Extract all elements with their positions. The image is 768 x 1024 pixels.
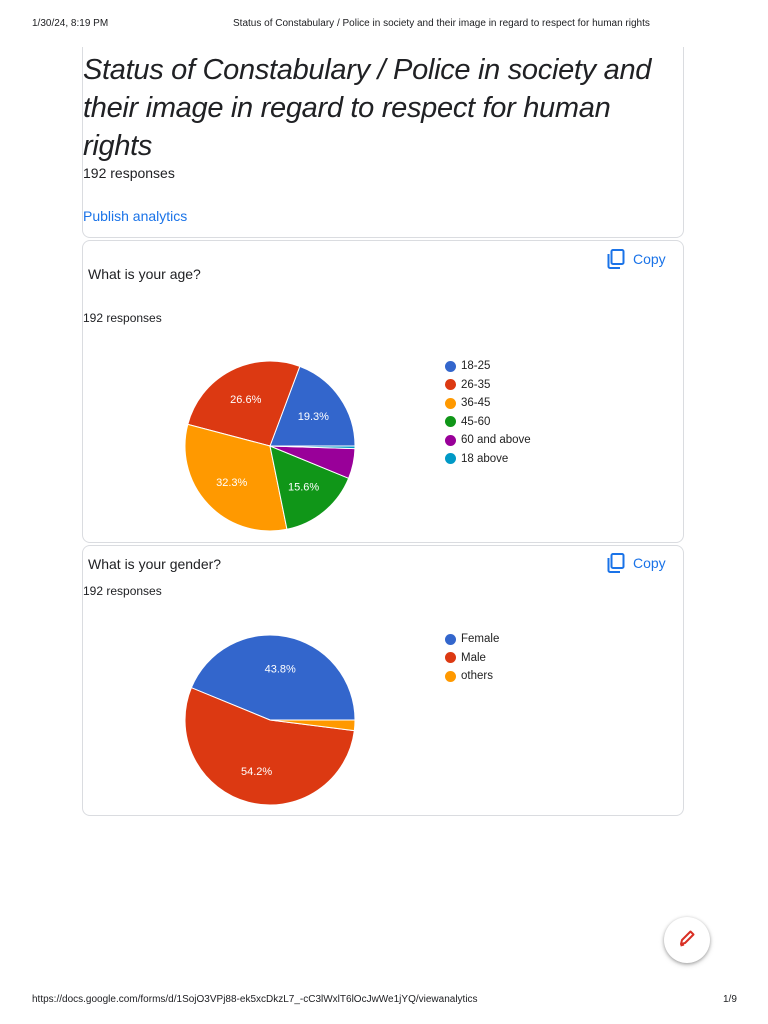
age-pie-chart: 19.3% 26.6% 32.3% 15.6% <box>184 360 356 532</box>
question-card-gender: What is your gender? 192 responses Copy … <box>82 545 684 816</box>
page-number: 1/9 <box>723 994 737 1005</box>
pie-slice-label: 43.8% <box>265 663 296 675</box>
form-title: Status of Constabulary / Police in socie… <box>83 54 652 162</box>
legend-item: 36-45 <box>445 394 531 413</box>
pie-slice-label: 19.3% <box>298 411 329 423</box>
legend-item: 26-35 <box>445 376 531 395</box>
print-datetime: 1/30/24, 8:19 PM <box>32 18 109 29</box>
legend-item: 18-25 <box>445 357 531 376</box>
legend-item: 45-60 <box>445 413 531 432</box>
total-responses: 192 responses <box>83 165 175 181</box>
form-title-card: Status of Constabulary / Police in socie… <box>82 47 684 238</box>
legend-item: 60 and above <box>445 431 531 450</box>
pie-slice-label: 15.6% <box>288 482 319 494</box>
age-legend: 18-25 26-35 36-45 45-60 60 and above 18 … <box>445 357 531 468</box>
gender-pie-chart: 43.8% 54.2% <box>184 634 356 806</box>
publish-analytics-link[interactable]: Publish analytics <box>83 208 187 224</box>
edit-fab-button[interactable] <box>664 917 710 963</box>
pie-slice-label: 54.2% <box>241 766 272 778</box>
pie-slice-label: 32.3% <box>216 477 247 489</box>
page-url: https://docs.google.com/forms/d/1SojO3VP… <box>32 994 478 1005</box>
gender-legend: Female Male others <box>445 630 499 686</box>
legend-item: others <box>445 667 499 686</box>
pie-slice-label: 26.6% <box>230 394 261 406</box>
legend-item: Male <box>445 649 499 668</box>
legend-item: Female <box>445 630 499 649</box>
pencil-icon <box>677 928 697 953</box>
legend-item: 18 above <box>445 450 531 469</box>
question-card-age: What is your age? 192 responses Copy 19.… <box>82 240 684 543</box>
print-title: Status of Constabulary / Police in socie… <box>233 18 650 29</box>
